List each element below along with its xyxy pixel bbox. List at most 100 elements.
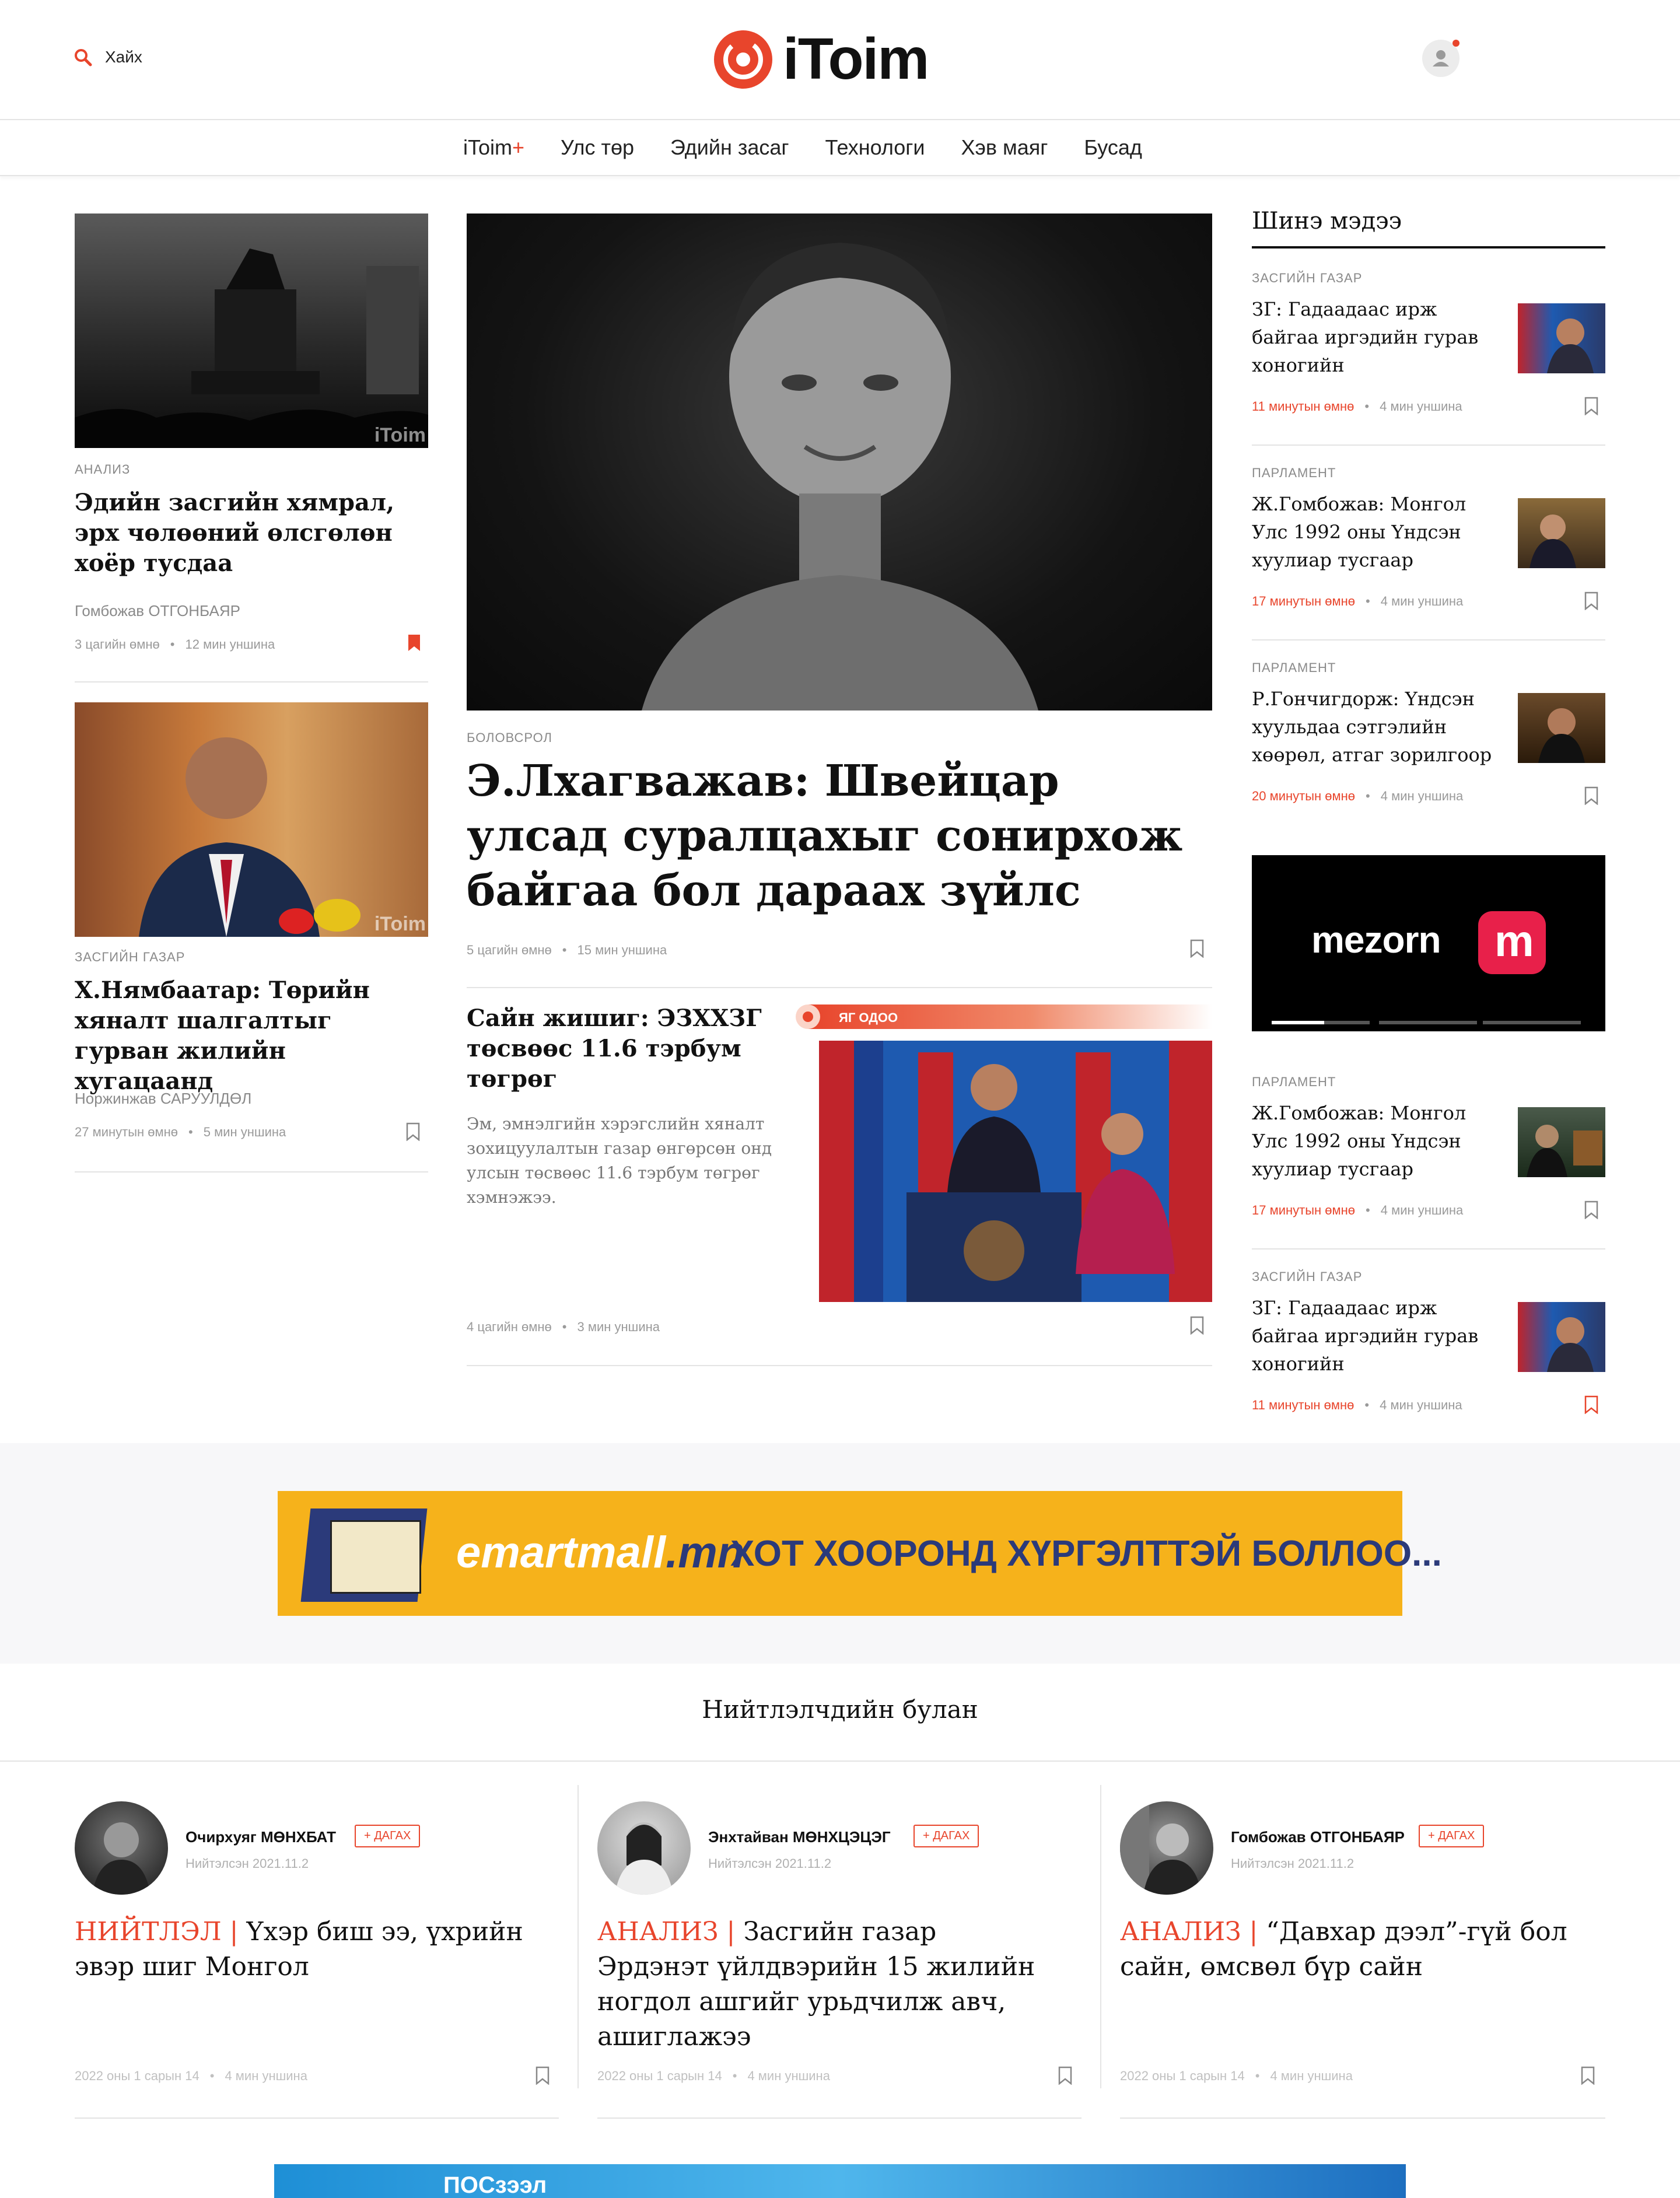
search-button[interactable]: Хайх [74,48,142,66]
header: Хайх iToim [0,0,1680,120]
nav-item-other[interactable]: Бусад [1084,135,1142,160]
columnist-card[interactable]: Очирхуяг МӨНХБАТ + ДАГАХ Нийтэлсэн 2021.… [75,1785,559,2123]
ad-brand-text: mezorn [1311,919,1441,961]
columnists-title: Нийтлэлчдийн булан [702,1695,978,1724]
notification-dot [1452,40,1460,47]
logo-icon [714,30,772,89]
news-meta: 11 минутын өмнө • 4 мин уншина [1252,1398,1462,1412]
banner-section: emartmall.mn ХОТ ХООРОНД ХҮРГЭЛТТЭЙ БОЛЛ… [0,1443,1680,1664]
bookmark-icon[interactable] [1584,592,1598,610]
bookmark-icon[interactable] [1190,939,1204,958]
news-category: ЗАСГИЙН ГАЗАР [1252,271,1363,285]
left-article-2[interactable]: iToim ЗАСГИЙН ГАЗАР Х.Нямбаатар: Төрийн … [75,702,428,1172]
bookmark-icon[interactable] [1584,786,1598,805]
main-article-title[interactable]: Э.Лхагважав: Швейцар улсад суралцахыг со… [467,754,1202,918]
news-title[interactable]: ЗГ: Гадаадаас ирж байгаа иргэдийн гурав … [1252,295,1503,379]
center-secondary-article[interactable]: Сайн жишиг: ЭЗХХЗГ төсвөөс 11.6 тэрбум т… [467,1003,1212,1366]
search-label: Хайх [105,48,142,66]
article-title[interactable]: Х.Нямбаатар: Төрийн хяналт шалгалтыг гур… [75,975,428,1097]
news-category: ЗАСГИЙН ГАЗАР [1252,1269,1363,1284]
mezorn-ad[interactable]: mezorn m [1252,855,1605,1031]
ad-progress-1[interactable] [1272,1021,1370,1024]
news-title[interactable]: Ж.Гомбожав: Монгол Улс 1992 оны Үндсэн х… [1252,1099,1503,1183]
banner-text: ХОТ ХООРОНД ХҮРГЭЛТТЭЙ БОЛЛОО... [730,1534,1442,1574]
bookmark-icon[interactable] [536,2066,550,2085]
columnist-card[interactable]: Гомбожав ОТГОНБАЯР + ДАГАХ Нийтэлсэн 202… [1120,1785,1605,2123]
news-thumbnail [1518,1107,1605,1177]
news-title[interactable]: ЗГ: Гадаадаас ирж байгаа иргэдийн гурав … [1252,1294,1503,1378]
nav-item-itoim-plus[interactable]: iToim+ [463,135,524,160]
news-meta: 11 минутын өмнө • 4 мин уншина [1252,399,1462,414]
latest-news-title: Шинэ мэдээ [1252,208,1402,235]
bookmark-icon[interactable] [1581,2066,1595,2085]
secondary-article-title[interactable]: Сайн жишиг: ЭЗХХЗГ төсвөөс 11.6 тэрбум т… [467,1003,782,1094]
bookmark-icon[interactable] [1190,1316,1204,1335]
published-date: Нийтэлсэн 2021.11.2 [708,1856,832,1871]
logo[interactable]: iToim [713,26,929,93]
news-thumbnail [1518,693,1605,763]
nav-item-economy[interactable]: Эдийн засаг [670,135,789,160]
published-date: Нийтэлсэн 2021.11.2 [186,1856,309,1871]
columnist-name[interactable]: Энхтайван МӨНХЦЭЦЭГ [708,1828,891,1846]
banner-brand: emartmall.mn [456,1528,745,1577]
latest-news-item[interactable]: ЗАСГИЙН ГАЗАР ЗГ: Гадаадаас ирж байгаа и… [1252,1250,1605,1444]
news-meta: 17 минутын өмнө • 4 мин уншина [1252,1203,1464,1217]
search-icon [75,49,92,66]
nav-item-technology[interactable]: Технологи [825,135,925,160]
bookmark-filled-outline-icon[interactable] [1584,1395,1598,1414]
published-date: Нийтэлсэн 2021.11.2 [1231,1856,1354,1871]
bookmark-filled-icon[interactable] [407,634,421,652]
live-label: ЯГ ОДОО [839,1010,898,1025]
article-meta: 3 цагийн өмнө • 12 мин уншина [75,637,275,652]
news-thumbnail [1518,498,1605,568]
image-watermark: iToim [374,913,426,935]
columnist-name[interactable]: Очирхуяг МӨНХБАТ [186,1828,336,1846]
follow-button[interactable]: + ДАГАХ [355,1825,421,1847]
follow-button[interactable]: + ДАГАХ [1419,1825,1485,1847]
secondary-article-image-press [819,1041,1212,1302]
bottom-banner[interactable]: ПОСзээл [274,2164,1406,2198]
center-main-article[interactable] [467,214,1212,710]
article-category: АНАЛИЗ [75,462,131,477]
nav-item-politics[interactable]: Улс төр [561,135,634,160]
user-avatar-button[interactable] [1422,40,1460,77]
news-thumbnail [1518,1302,1605,1372]
avatar [1120,1801,1213,1895]
latest-news-item[interactable]: ПАРЛАМЕНТ Ж.Гомбожав: Монгол Улс 1992 он… [1252,1055,1605,1250]
columnist-article-title[interactable]: АНАЛИЗ | Засгийн газар Эрдэнэт үйлдвэрий… [597,1915,1052,2054]
latest-news-item[interactable]: ЗАСГИЙН ГАЗАР ЗГ: Гадаадаас ирж байгаа и… [1252,251,1605,446]
bookmark-icon[interactable] [1584,397,1598,415]
columnist-name[interactable]: Гомбожав ОТГОНБАЯР [1231,1828,1405,1846]
article-category: ЗАСГИЙН ГАЗАР [75,950,186,964]
bookmark-icon[interactable] [406,1122,420,1141]
news-category: ПАРЛАМЕНТ [1252,660,1336,675]
article-image-minister: iToim [75,702,428,937]
avatar [75,1801,168,1895]
follow-button[interactable]: + ДАГАХ [914,1825,979,1847]
ad-progress-2[interactable] [1379,1021,1477,1024]
latest-news-item[interactable]: ПАРЛАМЕНТ Р.Гончигдорж: Үндсэн хуульдаа … [1252,640,1605,835]
columnist-card[interactable]: Энхтайван МӨНХЦЭЦЭГ + ДАГАХ Нийтэлсэн 20… [597,1785,1082,2123]
secondary-article-summary: Эм, эмнэлгийн хэрэгслийн хяналт зохицуул… [467,1114,772,1207]
article-title[interactable]: Эдийн засгийн хямрал, эрх чөлөөний өлсгө… [75,488,425,579]
columnist-article-title[interactable]: АНАЛИЗ | “Давхар дээл”-гүй бол сайн, өмс… [1120,1915,1575,1985]
bookmark-icon[interactable] [1584,1200,1598,1219]
bookmark-icon[interactable] [1058,2066,1072,2085]
article-meta: 2022 оны 1 сарын 14 • 4 мин уншина [1120,2068,1353,2083]
ad-progress-3[interactable] [1483,1021,1581,1024]
news-title[interactable]: Р.Гончигдорж: Үндсэн хуульдаа сэтгэлийн … [1252,685,1508,769]
news-category: ПАРЛАМЕНТ [1252,466,1336,480]
columnist-article-title[interactable]: НИЙТЛЭЛ | Үхэр биш ээ, үхрийн эвэр шиг М… [75,1915,530,1985]
left-article-1[interactable]: iToim АНАЛИЗ Эдийн засгийн хямрал, эрх ч… [75,214,428,682]
avatar [597,1801,691,1895]
image-watermark: iToim [374,424,426,446]
main-article-image-portrait [467,214,1212,710]
article-author[interactable]: Норжинжав САРУУЛДӨЛ [75,1090,251,1108]
latest-news-item[interactable]: ПАРЛАМЕНТ Ж.Гомбожав: Монгол Улс 1992 он… [1252,446,1605,640]
news-title[interactable]: Ж.Гомбожав: Монгол Улс 1992 оны Үндсэн х… [1252,490,1503,574]
article-meta: 2022 оны 1 сарын 14 • 4 мин уншина [597,2068,830,2083]
article-author[interactable]: Гомбожав ОТГОНБАЯР [75,602,240,620]
nav-item-lifestyle[interactable]: Хэв маяг [961,135,1048,160]
emartmall-banner[interactable]: emartmall.mn ХОТ ХООРОНД ХҮРГЭЛТТЭЙ БОЛЛ… [278,1491,1442,1616]
main-nav: iToim+ Улс төр Эдийн засаг Технологи Хэв… [0,120,1680,176]
